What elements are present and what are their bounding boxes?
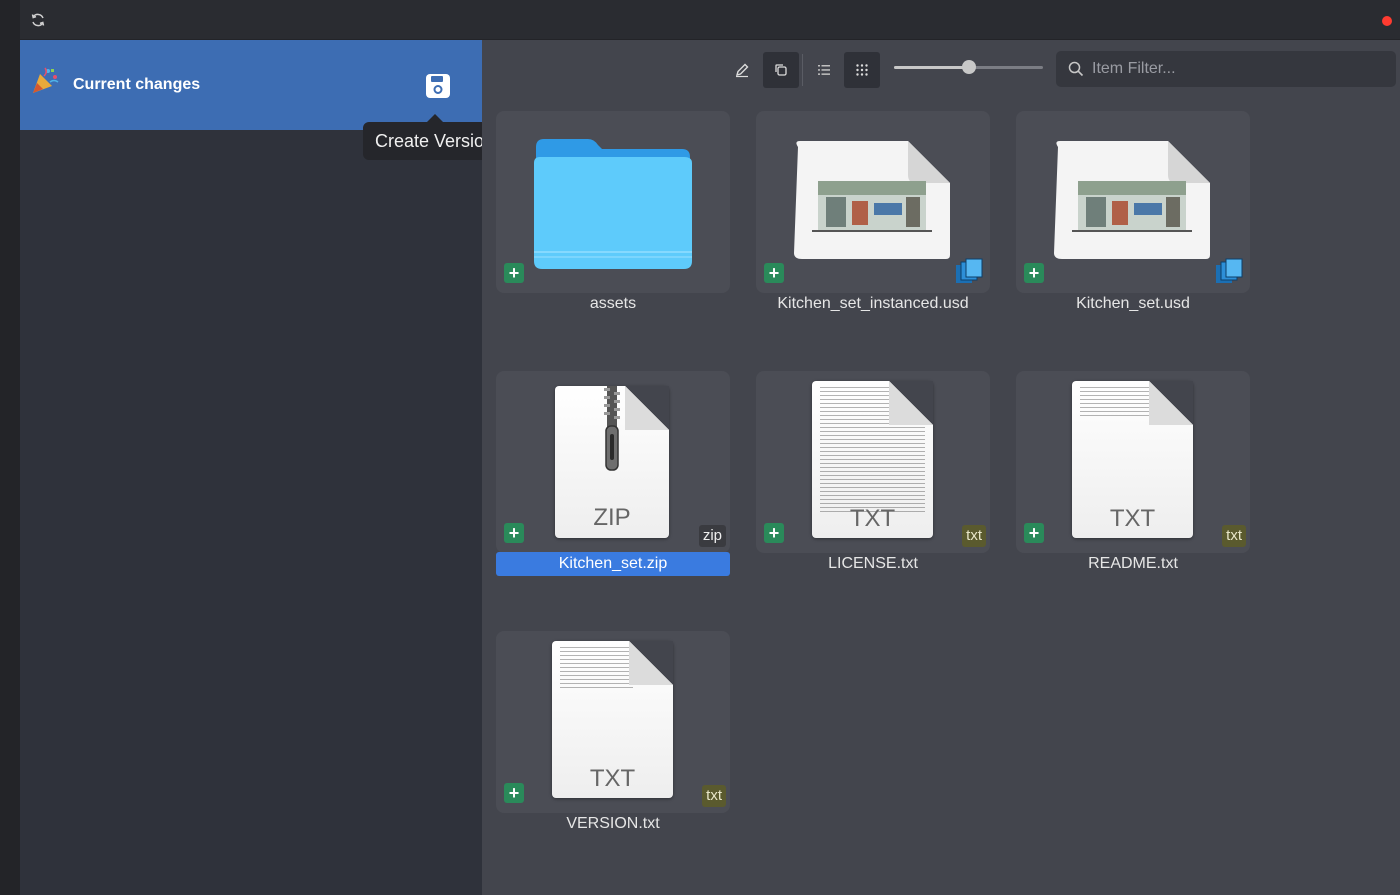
page-fold — [889, 381, 933, 425]
app-window: Current changes Create Version Item Filt… — [0, 0, 1400, 895]
copy-button[interactable] — [763, 52, 799, 88]
item-filter-input[interactable] — [1092, 51, 1392, 87]
status-dot — [1382, 16, 1392, 26]
list-icon — [818, 65, 830, 75]
extension-badge: txt — [702, 785, 726, 807]
extension-badge: txt — [962, 525, 986, 547]
toolbar-divider — [802, 54, 803, 86]
file-browser: + assets + Kitchen_set_instanced.u — [482, 40, 1400, 895]
folder-icon — [534, 139, 692, 269]
save-icon — [426, 74, 450, 98]
file-tile[interactable]: ZIP + zip — [496, 371, 730, 553]
list-view-button[interactable] — [806, 52, 842, 88]
add-icon[interactable]: + — [504, 263, 524, 283]
zoom-slider[interactable] — [894, 60, 1043, 74]
add-icon[interactable]: + — [1024, 263, 1044, 283]
file-tile[interactable]: + — [496, 111, 730, 293]
file-label[interactable]: assets — [496, 292, 730, 316]
doc-type-label: TXT — [849, 505, 896, 532]
extension-badge: zip — [698, 525, 726, 547]
text-file-icon: TXT — [812, 381, 933, 538]
zoom-slider-thumb[interactable] — [961, 60, 976, 74]
file-label[interactable]: Kitchen_set_instanced.usd — [756, 292, 990, 316]
zoom-slider-fill — [894, 66, 969, 69]
doc-type-label: ZIP — [593, 504, 631, 531]
file-tile[interactable]: TXT + txt — [496, 631, 730, 813]
zipper-icon — [604, 386, 620, 471]
add-icon[interactable]: + — [764, 263, 784, 283]
sync-icon[interactable] — [30, 12, 46, 28]
add-icon[interactable]: + — [1024, 523, 1044, 543]
file-tile[interactable]: + — [1016, 111, 1250, 293]
file-tile[interactable]: + — [756, 111, 990, 293]
party-popper-icon — [33, 67, 59, 93]
file-label[interactable]: LICENSE.txt — [756, 552, 990, 576]
file-label[interactable]: Kitchen_set.usd — [1016, 292, 1250, 316]
add-icon[interactable]: + — [504, 783, 524, 803]
grid-view-button[interactable] — [844, 52, 880, 88]
usd-file-icon — [1216, 258, 1243, 283]
search-icon — [1068, 61, 1084, 77]
page-fold — [1149, 381, 1193, 425]
text-file-icon: TXT — [1072, 381, 1193, 538]
create-version-button[interactable] — [423, 71, 453, 101]
file-tile[interactable]: TXT + txt — [756, 371, 990, 553]
file-label-selected[interactable]: Kitchen_set.zip — [496, 552, 730, 576]
grid-icon — [856, 64, 868, 76]
file-label[interactable]: VERSION.txt — [496, 812, 730, 836]
top-bar — [20, 0, 1400, 40]
text-preview — [560, 647, 633, 688]
file-tile[interactable]: TXT + txt — [1016, 371, 1250, 553]
text-file-icon: TXT — [552, 641, 673, 798]
usd-file-icon — [956, 258, 983, 283]
item-filter — [1056, 51, 1396, 87]
edit-button[interactable] — [724, 52, 760, 88]
page-fold — [625, 386, 669, 430]
edit-icon — [735, 63, 749, 78]
sidebar: Current changes — [20, 40, 482, 895]
page-fold — [629, 641, 673, 685]
file-label[interactable]: README.txt — [1016, 552, 1250, 576]
add-icon[interactable]: + — [764, 523, 784, 543]
left-rail — [0, 0, 20, 895]
zip-file-icon: ZIP — [555, 386, 669, 538]
copy-icon — [775, 64, 787, 76]
add-icon[interactable]: + — [504, 523, 524, 543]
doc-type-label: TXT — [589, 765, 636, 792]
extension-badge: txt — [1222, 525, 1246, 547]
doc-type-label: TXT — [1109, 505, 1156, 532]
current-changes-item[interactable]: Current changes — [20, 40, 482, 130]
current-changes-label: Current changes — [73, 76, 201, 93]
